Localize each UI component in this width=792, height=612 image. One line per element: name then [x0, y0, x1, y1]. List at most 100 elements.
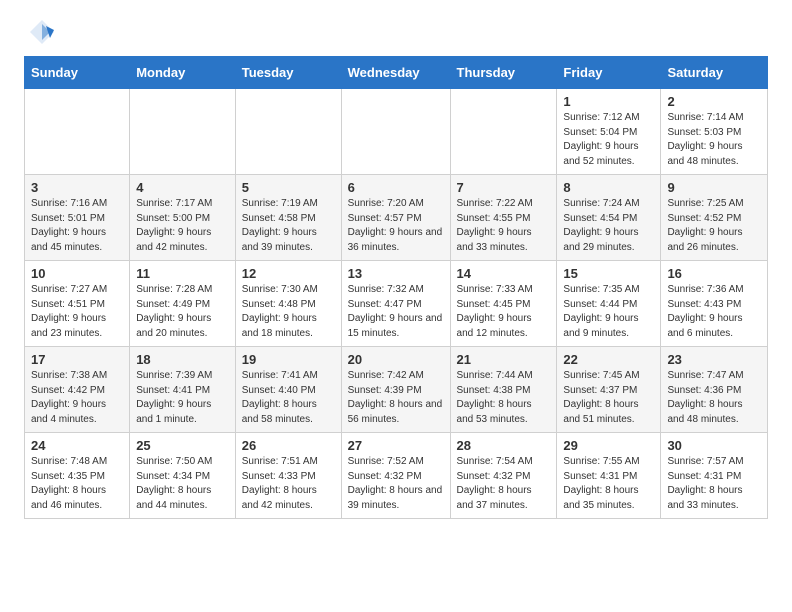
- day-info: Sunrise: 7:45 AM Sunset: 4:37 PM Dayligh…: [563, 370, 639, 425]
- day-info: Sunrise: 7:55 AM Sunset: 4:31 PM Dayligh…: [563, 456, 639, 511]
- calendar-week-row: 17 Sunrise: 7:38 AM Sunset: 4:42 PM Dayli…: [25, 347, 768, 433]
- day-info: Sunrise: 7:32 AM Sunset: 4:47 PM Dayligh…: [348, 284, 443, 339]
- day-info: Sunrise: 7:19 AM Sunset: 4:58 PM Dayligh…: [242, 198, 318, 253]
- day-number: 3: [31, 180, 123, 195]
- day-info: Sunrise: 7:17 AM Sunset: 5:00 PM Dayligh…: [136, 198, 212, 253]
- day-info: Sunrise: 7:33 AM Sunset: 4:45 PM Dayligh…: [457, 284, 533, 339]
- day-of-week-header: Sunday: [25, 57, 130, 89]
- day-info: Sunrise: 7:50 AM Sunset: 4:34 PM Dayligh…: [136, 456, 212, 511]
- day-number: 6: [348, 180, 444, 195]
- calendar-cell: 4Sunrise: 7:17 AM Sunset: 5:00 PM Daylig…: [130, 175, 236, 261]
- day-number: 16: [667, 266, 761, 281]
- calendar-cell: 22 Sunrise: 7:45 AM Sunset: 4:37 PM Dayli…: [557, 347, 661, 433]
- day-number: 20: [348, 352, 444, 367]
- day-number: 8: [563, 180, 654, 195]
- day-number: 23: [667, 352, 761, 367]
- calendar-cell: 2 Sunrise: 7:14 AM Sunset: 5:03 PM Daylig…: [661, 89, 768, 175]
- day-number: 5: [242, 180, 335, 195]
- calendar-cell: 15Sunrise: 7:35 AM Sunset: 4:44 PM Dayli…: [557, 261, 661, 347]
- day-info: Sunrise: 7:47 AM Sunset: 4:36 PM Dayligh…: [667, 370, 743, 425]
- calendar-cell: 13 Sunrise: 7:32 AM Sunset: 4:47 PM Dayli…: [341, 261, 450, 347]
- calendar-cell: 27 Sunrise: 7:52 AM Sunset: 4:32 PM Dayli…: [341, 433, 450, 519]
- day-number: 27: [348, 438, 444, 453]
- calendar-cell: [130, 89, 236, 175]
- calendar-cell: 1 Sunrise: 7:12 AM Sunset: 5:04 PM Daylig…: [557, 89, 661, 175]
- calendar-cell: 21Sunrise: 7:44 AM Sunset: 4:38 PM Dayli…: [450, 347, 557, 433]
- day-info: Sunrise: 7:52 AM Sunset: 4:32 PM Dayligh…: [348, 456, 443, 511]
- day-number: 25: [136, 438, 229, 453]
- calendar-week-row: 1 Sunrise: 7:12 AM Sunset: 5:04 PM Daylig…: [25, 89, 768, 175]
- day-of-week-header: Thursday: [450, 57, 557, 89]
- day-number: 18: [136, 352, 229, 367]
- day-info: Sunrise: 7:25 AM Sunset: 4:52 PM Dayligh…: [667, 198, 743, 253]
- day-info: Sunrise: 7:28 AM Sunset: 4:49 PM Dayligh…: [136, 284, 212, 339]
- day-number: 19: [242, 352, 335, 367]
- day-number: 29: [563, 438, 654, 453]
- day-info: Sunrise: 7:30 AM Sunset: 4:48 PM Dayligh…: [242, 284, 318, 339]
- calendar-cell: 29 Sunrise: 7:55 AM Sunset: 4:31 PM Dayli…: [557, 433, 661, 519]
- day-of-week-header: Tuesday: [235, 57, 341, 89]
- calendar-week-row: 10 Sunrise: 7:27 AM Sunset: 4:51 PM Dayli…: [25, 261, 768, 347]
- day-number: 11: [136, 266, 229, 281]
- logo: [24, 18, 56, 46]
- day-of-week-header: Wednesday: [341, 57, 450, 89]
- day-info: Sunrise: 7:22 AM Sunset: 4:55 PM Dayligh…: [457, 198, 533, 253]
- day-number: 24: [31, 438, 123, 453]
- day-info: Sunrise: 7:57 AM Sunset: 4:31 PM Dayligh…: [667, 456, 743, 511]
- calendar-cell: 24Sunrise: 7:48 AM Sunset: 4:35 PM Dayli…: [25, 433, 130, 519]
- day-info: Sunrise: 7:39 AM Sunset: 4:41 PM Dayligh…: [136, 370, 212, 425]
- day-number: 2: [667, 94, 761, 109]
- day-number: 30: [667, 438, 761, 453]
- day-of-week-header: Saturday: [661, 57, 768, 89]
- calendar-cell: 17 Sunrise: 7:38 AM Sunset: 4:42 PM Dayli…: [25, 347, 130, 433]
- day-number: 10: [31, 266, 123, 281]
- calendar-cell: [341, 89, 450, 175]
- calendar-header-row: SundayMondayTuesdayWednesdayThursdayFrid…: [25, 57, 768, 89]
- day-number: 12: [242, 266, 335, 281]
- day-info: Sunrise: 7:14 AM Sunset: 5:03 PM Dayligh…: [667, 112, 743, 167]
- calendar-cell: 26Sunrise: 7:51 AM Sunset: 4:33 PM Dayli…: [235, 433, 341, 519]
- logo-icon: [28, 18, 56, 46]
- calendar-cell: 11 Sunrise: 7:28 AM Sunset: 4:49 PM Dayli…: [130, 261, 236, 347]
- day-info: Sunrise: 7:38 AM Sunset: 4:42 PM Dayligh…: [31, 370, 107, 425]
- calendar-cell: 7 Sunrise: 7:22 AM Sunset: 4:55 PM Daylig…: [450, 175, 557, 261]
- day-number: 22: [563, 352, 654, 367]
- calendar-cell: 3 Sunrise: 7:16 AM Sunset: 5:01 PM Daylig…: [25, 175, 130, 261]
- day-number: 9: [667, 180, 761, 195]
- calendar-cell: 12 Sunrise: 7:30 AM Sunset: 4:48 PM Dayli…: [235, 261, 341, 347]
- day-info: Sunrise: 7:16 AM Sunset: 5:01 PM Dayligh…: [31, 198, 107, 253]
- day-info: Sunrise: 7:12 AM Sunset: 5:04 PM Dayligh…: [563, 112, 639, 167]
- day-number: 21: [457, 352, 551, 367]
- page-header: [0, 0, 792, 56]
- calendar-cell: 9 Sunrise: 7:25 AM Sunset: 4:52 PM Daylig…: [661, 175, 768, 261]
- calendar-cell: 20 Sunrise: 7:42 AM Sunset: 4:39 PM Dayli…: [341, 347, 450, 433]
- day-info: Sunrise: 7:27 AM Sunset: 4:51 PM Dayligh…: [31, 284, 107, 339]
- day-info: Sunrise: 7:20 AM Sunset: 4:57 PM Dayligh…: [348, 198, 443, 253]
- calendar-cell: 23 Sunrise: 7:47 AM Sunset: 4:36 PM Dayli…: [661, 347, 768, 433]
- day-info: Sunrise: 7:54 AM Sunset: 4:32 PM Dayligh…: [457, 456, 533, 511]
- calendar-cell: [25, 89, 130, 175]
- day-info: Sunrise: 7:51 AM Sunset: 4:33 PM Dayligh…: [242, 456, 318, 511]
- calendar-wrapper: SundayMondayTuesdayWednesdayThursdayFrid…: [0, 56, 792, 531]
- calendar-cell: 5 Sunrise: 7:19 AM Sunset: 4:58 PM Daylig…: [235, 175, 341, 261]
- day-info: Sunrise: 7:24 AM Sunset: 4:54 PM Dayligh…: [563, 198, 639, 253]
- calendar-table: SundayMondayTuesdayWednesdayThursdayFrid…: [24, 56, 768, 519]
- day-number: 7: [457, 180, 551, 195]
- calendar-cell: 18 Sunrise: 7:39 AM Sunset: 4:41 PM Dayli…: [130, 347, 236, 433]
- day-info: Sunrise: 7:41 AM Sunset: 4:40 PM Dayligh…: [242, 370, 318, 425]
- calendar-cell: 8 Sunrise: 7:24 AM Sunset: 4:54 PM Daylig…: [557, 175, 661, 261]
- day-number: 15: [563, 266, 654, 281]
- calendar-cell: 16Sunrise: 7:36 AM Sunset: 4:43 PM Dayli…: [661, 261, 768, 347]
- calendar-cell: 10 Sunrise: 7:27 AM Sunset: 4:51 PM Dayli…: [25, 261, 130, 347]
- calendar-cell: [235, 89, 341, 175]
- calendar-week-row: 24Sunrise: 7:48 AM Sunset: 4:35 PM Dayli…: [25, 433, 768, 519]
- day-number: 28: [457, 438, 551, 453]
- calendar-cell: [450, 89, 557, 175]
- day-of-week-header: Monday: [130, 57, 236, 89]
- calendar-cell: 6 Sunrise: 7:20 AM Sunset: 4:57 PM Daylig…: [341, 175, 450, 261]
- day-info: Sunrise: 7:42 AM Sunset: 4:39 PM Dayligh…: [348, 370, 443, 425]
- day-number: 17: [31, 352, 123, 367]
- day-number: 13: [348, 266, 444, 281]
- day-number: 1: [563, 94, 654, 109]
- calendar-week-row: 3 Sunrise: 7:16 AM Sunset: 5:01 PM Daylig…: [25, 175, 768, 261]
